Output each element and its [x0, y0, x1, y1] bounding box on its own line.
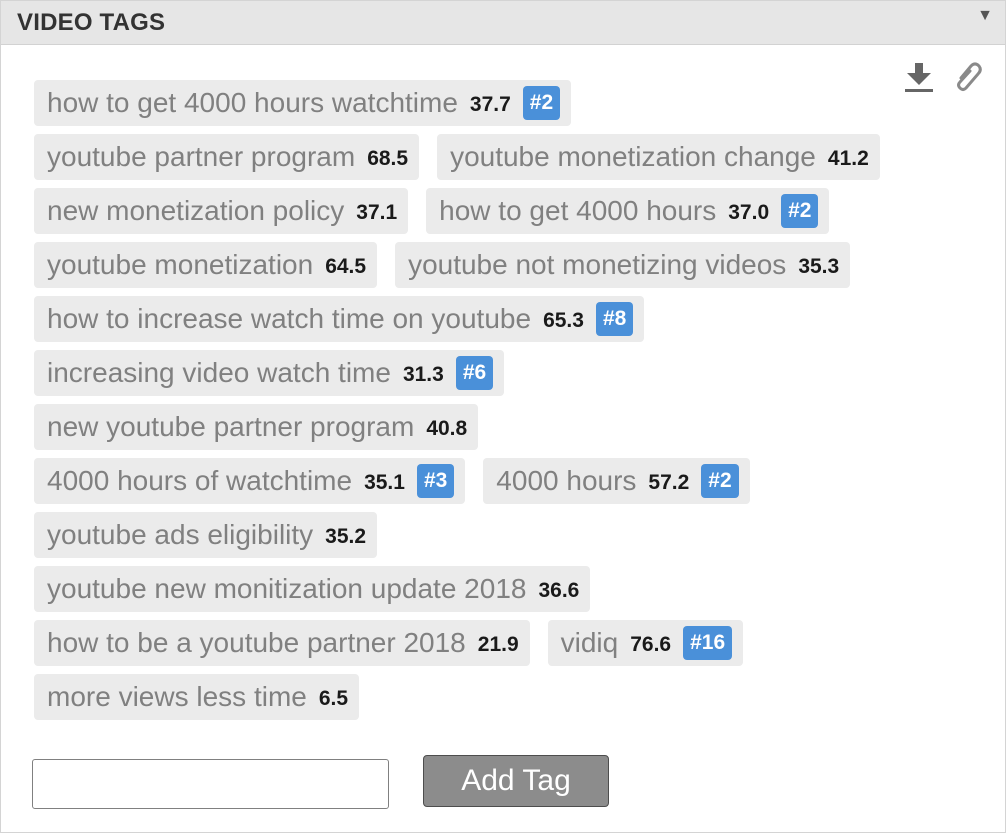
tag-row: how to be a youtube partner 2018 21.9 vi… — [34, 620, 965, 666]
tag-score: 76.6 — [630, 633, 672, 656]
tag-text: how to get 4000 hours watchtime — [47, 87, 458, 118]
tag-row: new monetization policy 37.1 how to get … — [34, 188, 965, 234]
tag-text: youtube new monitization update 2018 — [47, 573, 527, 604]
tag-chip[interactable]: youtube new monitization update 2018 36.… — [34, 566, 591, 612]
tag-score: 35.2 — [325, 525, 367, 548]
tag-rank-badge: #16 — [683, 626, 733, 660]
tag-chip[interactable]: vidiq 76.6 #16 — [547, 620, 744, 666]
tag-score: 57.2 — [648, 471, 690, 494]
tag-chip[interactable]: how to be a youtube partner 2018 21.9 — [34, 620, 530, 666]
tag-text: youtube ads eligibility — [47, 519, 314, 550]
tag-text: how to be a youtube partner 2018 — [47, 627, 466, 658]
tag-chip[interactable]: new youtube partner program 40.8 — [34, 404, 479, 450]
tag-rank-badge: #6 — [455, 356, 494, 390]
tag-row: increasing video watch time 31.3 #6 — [34, 350, 965, 396]
tag-score: 65.3 — [543, 309, 584, 332]
tag-text: increasing video watch time — [47, 357, 391, 388]
tag-chip[interactable]: youtube partner program 68.5 — [34, 134, 420, 180]
tag-row: new youtube partner program 40.8 — [34, 404, 965, 450]
tag-score: 35.3 — [798, 255, 840, 278]
tag-row: youtube monetization 64.5 youtube not mo… — [34, 242, 965, 288]
tag-row: youtube ads eligibility 35.2 — [34, 512, 965, 558]
tag-text: 4000 hours — [496, 465, 637, 496]
add-tag-button[interactable]: Add Tag — [423, 755, 609, 807]
tag-chip[interactable]: how to get 4000 hours 37.0 #2 — [426, 188, 830, 234]
tag-text: more views less time — [47, 681, 307, 712]
tag-row: more views less time 6.5 — [34, 674, 965, 720]
tag-score: 40.8 — [426, 417, 468, 440]
tag-text: 4000 hours of watchtime — [47, 465, 353, 496]
tag-score: 37.0 — [728, 201, 770, 224]
tag-rank-badge: #2 — [781, 194, 819, 228]
video-tags-panel: VIDEO TAGS ▼ how to get 4000 hours watch… — [0, 0, 1006, 833]
tag-text: youtube monetization change — [450, 141, 816, 172]
tag-text: youtube not monetizing videos — [408, 249, 787, 280]
tag-score: 35.1 — [364, 471, 405, 494]
tag-chip[interactable]: youtube monetization change 41.2 — [437, 134, 880, 180]
tag-rank-badge: #3 — [416, 464, 455, 498]
tag-chip[interactable]: how to increase watch time on youtube 65… — [34, 296, 645, 342]
tag-chip[interactable]: 4000 hours 57.2 #2 — [483, 458, 750, 504]
tag-score: 36.6 — [538, 579, 580, 602]
tag-score: 37.1 — [356, 201, 398, 224]
panel-header[interactable]: VIDEO TAGS ▼ — [1, 1, 1005, 45]
tag-score: 21.9 — [477, 633, 519, 656]
tag-row: 4000 hours of watchtime 35.1 #3 4000 hou… — [34, 458, 965, 504]
tag-chip[interactable]: youtube monetization 64.5 — [34, 242, 378, 288]
tag-score: 41.2 — [827, 147, 869, 170]
add-tag-row: Add Tag — [32, 755, 609, 809]
tag-text: new youtube partner program — [47, 411, 415, 442]
tag-input[interactable] — [32, 759, 389, 809]
tag-list: how to get 4000 hours watchtime 37.7 #2 … — [34, 80, 965, 728]
tag-row: youtube partner program 68.5 youtube mon… — [34, 134, 965, 180]
tag-chip[interactable]: new monetization policy 37.1 — [34, 188, 409, 234]
panel-title: VIDEO TAGS — [17, 8, 166, 36]
tag-rank-badge: #2 — [522, 86, 561, 120]
tag-chip[interactable]: increasing video watch time 31.3 #6 — [34, 350, 505, 396]
tag-row: how to get 4000 hours watchtime 37.7 #2 — [34, 80, 965, 126]
tag-score: 64.5 — [325, 255, 367, 278]
tag-row: how to increase watch time on youtube 65… — [34, 296, 965, 342]
tag-chip[interactable]: more views less time 6.5 — [34, 674, 360, 720]
tag-text: vidiq — [560, 627, 619, 658]
tag-rank-badge: #2 — [701, 464, 739, 498]
tag-text: how to get 4000 hours — [439, 195, 717, 226]
tag-score: 68.5 — [367, 147, 409, 170]
tag-rank-badge: #8 — [595, 302, 634, 336]
tag-chip[interactable]: 4000 hours of watchtime 35.1 #3 — [34, 458, 466, 504]
tag-score: 37.7 — [469, 93, 511, 116]
tag-row: youtube new monitization update 2018 36.… — [34, 566, 965, 612]
tag-chip[interactable]: youtube ads eligibility 35.2 — [34, 512, 378, 558]
tag-chip[interactable]: how to get 4000 hours watchtime 37.7 #2 — [34, 80, 572, 126]
tag-text: how to increase watch time on youtube — [47, 303, 532, 334]
tag-text: youtube partner program — [47, 141, 356, 172]
tag-text: new monetization policy — [47, 195, 345, 226]
tag-text: youtube monetization — [47, 249, 314, 280]
tag-chip[interactable]: youtube not monetizing videos 35.3 — [395, 242, 851, 288]
collapse-arrow-icon[interactable]: ▼ — [977, 7, 993, 25]
tag-score: 6.5 — [318, 687, 349, 710]
tag-score: 31.3 — [402, 363, 444, 386]
